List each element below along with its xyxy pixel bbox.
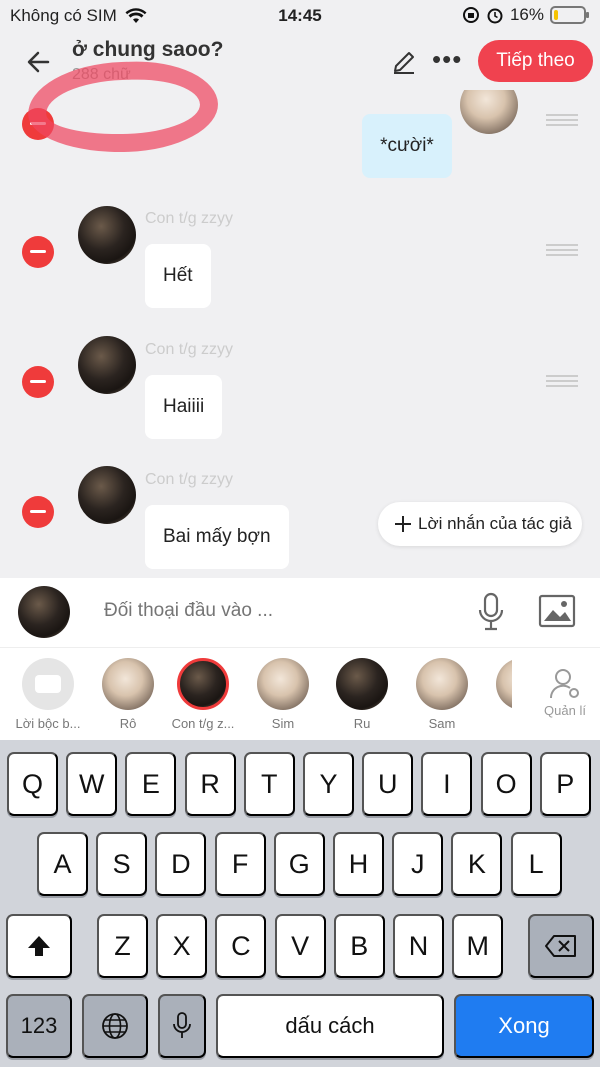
character-ro[interactable]: Rô (88, 658, 168, 731)
character-label: Ru (353, 716, 371, 731)
shift-key[interactable] (6, 914, 72, 978)
plus-icon (395, 516, 411, 532)
key-i[interactable]: I (421, 752, 473, 816)
character-label: Con t/g z... (171, 716, 235, 731)
character-label: Sim (271, 716, 295, 731)
key-t[interactable]: T (243, 752, 295, 816)
author-note-button[interactable]: Lời nhắn của tác giả (378, 502, 582, 546)
key-g[interactable]: G (273, 832, 325, 896)
key-w[interactable]: W (66, 752, 118, 816)
done-key[interactable]: Xong (454, 994, 594, 1058)
keyboard: 123 dấu cách Xong QWERTYUIOP ASDFGHJKL ZXC… (0, 740, 600, 1067)
key-d[interactable]: D (155, 832, 207, 896)
chat-area: *cười* Con t/g zzyy Hết Con t/g zzyy Hai… (0, 90, 600, 578)
delete-message-icon[interactable] (22, 496, 54, 528)
character-label: Sam (428, 716, 456, 731)
microphone-icon (173, 1012, 191, 1038)
avatar (460, 90, 518, 134)
key-l[interactable]: L (510, 832, 562, 896)
rotation-lock-icon (462, 7, 479, 23)
backspace-key[interactable] (528, 914, 594, 978)
key-b[interactable]: B (333, 914, 385, 978)
dialogue-input-bar (0, 578, 600, 648)
message-bubble[interactable]: Hết (145, 244, 211, 308)
image-icon[interactable] (538, 594, 576, 628)
character-narrator[interactable]: Lời bộc b... (8, 658, 88, 731)
key-p[interactable]: P (539, 752, 591, 816)
drag-handle-icon[interactable] (546, 244, 578, 256)
globe-icon (102, 1013, 128, 1039)
character-selector: Lời bộc b... Rô Con t/g z... Sim Ru Sam … (0, 648, 600, 740)
character-label: Lời bộc b... (15, 716, 81, 731)
numbers-key[interactable]: 123 (6, 994, 72, 1058)
message-bubble[interactable]: *cười* (362, 114, 452, 178)
shift-arrow-icon (28, 936, 50, 956)
key-c[interactable]: C (215, 914, 267, 978)
delete-message-icon[interactable] (22, 236, 54, 268)
key-q[interactable]: Q (7, 752, 58, 816)
character-sam[interactable]: Sam (402, 658, 482, 731)
character-label: Rô (119, 716, 137, 731)
key-m[interactable]: M (452, 914, 504, 978)
avatar (177, 658, 229, 710)
dictation-key[interactable] (158, 994, 206, 1058)
space-key[interactable]: dấu cách (216, 994, 444, 1058)
key-f[interactable]: F (214, 832, 266, 896)
avatar (416, 658, 468, 710)
more-options-icon[interactable]: ••• (432, 46, 462, 72)
status-bar: Không có SIM 14:45 16% (0, 0, 600, 32)
user-settings-icon (549, 669, 579, 699)
avatar (257, 658, 309, 710)
key-r[interactable]: R (184, 752, 236, 816)
character-partial[interactable] (496, 658, 512, 710)
avatar (102, 658, 154, 710)
manage-characters[interactable]: Quản lí (540, 666, 590, 718)
key-v[interactable]: V (274, 914, 326, 978)
key-x[interactable]: X (156, 914, 208, 978)
character-sim[interactable]: Sim (243, 658, 323, 731)
message-bubble[interactable]: Haiiii (145, 375, 223, 439)
narrator-icon (22, 658, 74, 710)
microphone-icon[interactable] (476, 592, 506, 632)
key-h[interactable]: H (333, 832, 384, 896)
key-z[interactable]: Z (97, 914, 148, 978)
key-s[interactable]: S (96, 832, 148, 896)
message-bubble[interactable]: Bai mấy bợn (145, 505, 289, 569)
character-author[interactable]: Con t/g z... (163, 658, 243, 731)
key-j[interactable]: J (392, 832, 444, 896)
delete-message-icon[interactable] (22, 366, 54, 398)
key-n[interactable]: N (393, 914, 444, 978)
author-note-label: Lời nhắn của tác giả (418, 514, 572, 533)
key-e[interactable]: E (125, 752, 177, 816)
key-k[interactable]: K (451, 832, 503, 896)
avatar (78, 206, 136, 264)
battery-percent: 16% (509, 5, 544, 24)
dialogue-input[interactable] (104, 600, 444, 622)
back-arrow-icon[interactable] (20, 42, 60, 82)
character-ru[interactable]: Ru (322, 658, 402, 731)
next-button[interactable]: Tiếp theo (478, 40, 593, 82)
key-u[interactable]: U (362, 752, 414, 816)
battery-icon (550, 6, 589, 24)
avatar (78, 466, 136, 524)
drag-handle-icon[interactable] (546, 114, 578, 126)
drag-handle-icon[interactable] (546, 375, 578, 387)
sender-name: Con t/g zzyy (145, 210, 234, 227)
key-a[interactable]: A (37, 832, 88, 896)
avatar (78, 336, 136, 394)
backspace-icon (545, 935, 576, 957)
key-o[interactable]: O (480, 752, 532, 816)
story-title[interactable]: ở chung saoo? (72, 38, 223, 62)
status-right: 16% (462, 5, 589, 25)
current-character-avatar[interactable] (18, 586, 70, 638)
key-y[interactable]: Y (303, 752, 354, 816)
sender-name: Con t/g zzyy (145, 471, 234, 488)
alarm-icon (487, 8, 503, 24)
manage-label: Quản lí (544, 703, 586, 718)
sender-name: Con t/g zzyy (145, 341, 234, 358)
avatar (336, 658, 388, 710)
edit-pen-icon[interactable] (390, 48, 418, 76)
globe-key[interactable] (82, 994, 148, 1058)
